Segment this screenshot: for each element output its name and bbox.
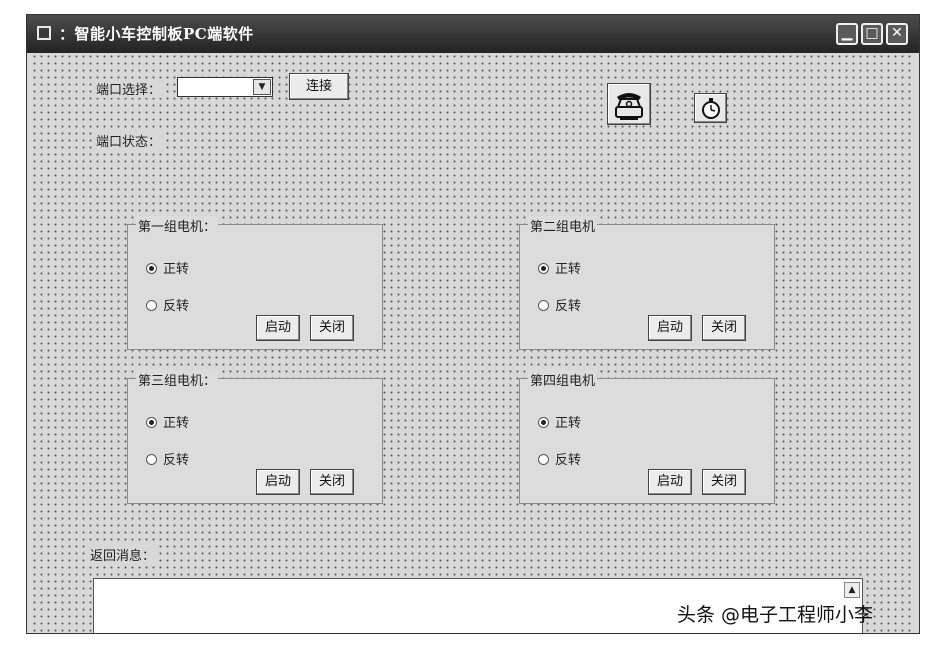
motor-group-3: 第三组电机： 正转 反转 启动 关闭 [127, 370, 383, 504]
group-title: 第三组电机： [136, 370, 219, 389]
reverse-radio[interactable]: 反转 [146, 295, 189, 314]
radio-checked-icon [538, 417, 549, 428]
group-title: 第四组电机 [528, 370, 598, 389]
group-title: 第一组电机： [136, 216, 219, 235]
group-title: 第二组电机 [528, 216, 598, 235]
reverse-label: 反转 [163, 299, 190, 314]
start-button[interactable]: 启动 [256, 469, 300, 495]
motor-group-1: 第一组电机： 正转 反转 启动 关闭 [127, 216, 383, 350]
stopwatch-icon [701, 98, 720, 119]
title-bar[interactable]: ：智能小车控制板PC端软件 ▁ □ ✕ [27, 15, 919, 53]
forward-label: 正转 [555, 262, 582, 277]
forward-radio[interactable]: 正转 [538, 258, 581, 277]
maximize-button[interactable]: □ [861, 23, 883, 45]
radio-unchecked-icon [146, 454, 157, 465]
start-button[interactable]: 启动 [256, 315, 300, 341]
reverse-label: 反转 [555, 299, 582, 314]
port-select-label: 端口选择： [95, 79, 163, 98]
scroll-up-icon[interactable]: ▲ [844, 582, 860, 598]
forward-radio[interactable]: 正转 [146, 412, 189, 431]
forward-radio[interactable]: 正转 [538, 412, 581, 431]
radio-unchecked-icon [538, 454, 549, 465]
radio-unchecked-icon [538, 300, 549, 311]
radio-checked-icon [538, 263, 549, 274]
phone-icon [615, 93, 643, 120]
window-menu-icon[interactable] [37, 26, 51, 40]
close-button[interactable]: ✕ [886, 23, 908, 45]
radio-checked-icon [146, 417, 157, 428]
form-client-area: 端口选择： ▼ 连接 端口状态： 第一组电机： 正转 反转 启动 关闭 第二组电… [31, 53, 915, 633]
minimize-button[interactable]: ▁ [836, 23, 858, 45]
reverse-label: 反转 [163, 453, 190, 468]
app-window: ：智能小车控制板PC端软件 ▁ □ ✕ 端口选择： ▼ 连接 端口状态： 第一组… [26, 14, 920, 634]
stop-button[interactable]: 关闭 [702, 469, 746, 495]
port-select[interactable]: ▼ [177, 77, 273, 97]
dropdown-arrow-icon[interactable]: ▼ [253, 79, 271, 95]
reverse-radio[interactable]: 反转 [538, 295, 581, 314]
motor-group-2: 第二组电机 正转 反转 启动 关闭 [519, 216, 775, 350]
start-button[interactable]: 启动 [648, 469, 692, 495]
reverse-radio[interactable]: 反转 [538, 449, 581, 468]
radio-unchecked-icon [146, 300, 157, 311]
connect-button[interactable]: 连接 [289, 73, 349, 100]
forward-label: 正转 [555, 416, 582, 431]
phone-button[interactable] [607, 83, 651, 125]
stop-button[interactable]: 关闭 [702, 315, 746, 341]
timer-button[interactable] [694, 93, 727, 123]
forward-label: 正转 [163, 416, 190, 431]
stop-button[interactable]: 关闭 [310, 315, 354, 341]
radio-checked-icon [146, 263, 157, 274]
motor-group-4: 第四组电机 正转 反转 启动 关闭 [519, 370, 775, 504]
reverse-label: 反转 [555, 453, 582, 468]
forward-radio[interactable]: 正转 [146, 258, 189, 277]
port-status-label: 端口状态： [95, 131, 163, 150]
forward-label: 正转 [163, 262, 190, 277]
messages-label: 返回消息： [89, 545, 157, 564]
watermark: 头条 @电子工程师小李 [677, 604, 874, 626]
reverse-radio[interactable]: 反转 [146, 449, 189, 468]
stop-button[interactable]: 关闭 [310, 469, 354, 495]
window-title: ：智能小车控制板PC端软件 [59, 25, 254, 43]
start-button[interactable]: 启动 [648, 315, 692, 341]
